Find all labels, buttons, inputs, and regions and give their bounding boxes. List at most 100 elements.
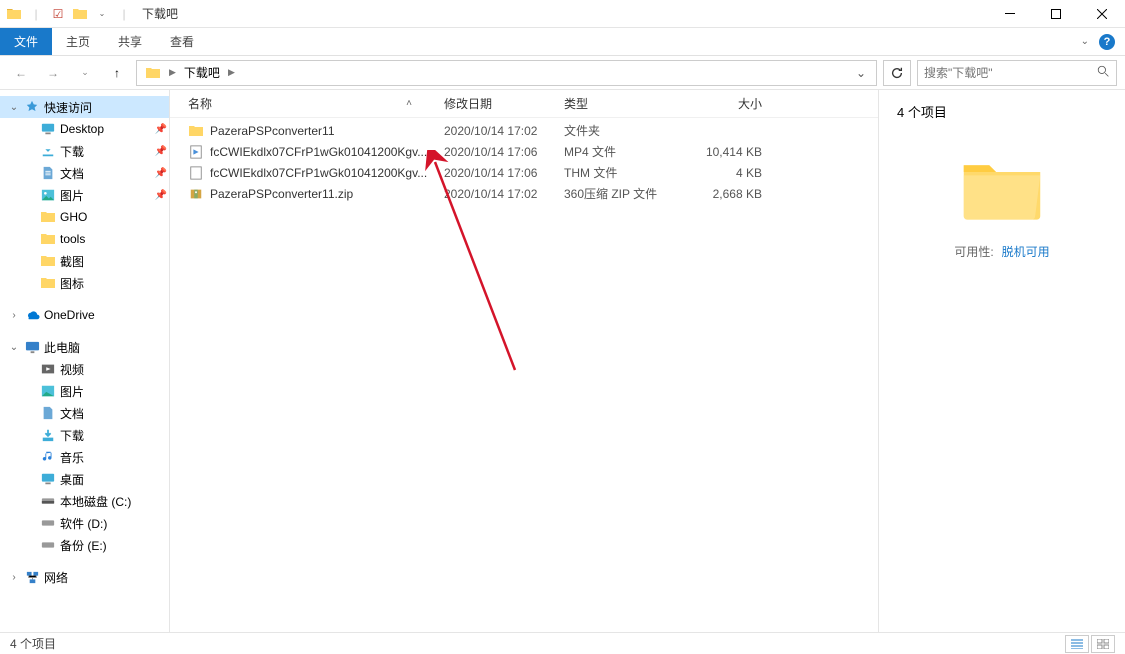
checkbox-icon[interactable]: ☑: [50, 6, 66, 22]
network-icon: [24, 569, 40, 585]
collapse-icon[interactable]: ⌄: [8, 342, 20, 353]
download-icon: [40, 427, 56, 443]
nav-item-downloads2[interactable]: 下载: [0, 424, 169, 446]
details-pane: 4 个项目 可用性: 脱机可用: [878, 90, 1125, 632]
breadcrumb[interactable]: ▶ 下载吧 ▶ ⌄: [136, 60, 877, 86]
close-button[interactable]: [1079, 0, 1125, 28]
breadcrumb-root-icon[interactable]: [141, 61, 165, 85]
file-pane: 名称˄ 修改日期 类型 大小 PazeraPSPconverter11 2020…: [170, 90, 878, 632]
nav-item-documents2[interactable]: 文档: [0, 402, 169, 424]
maximize-button[interactable]: [1033, 0, 1079, 28]
nav-quick-access[interactable]: ⌄ 快速访问: [0, 96, 169, 118]
nav-item-gho[interactable]: GHO: [0, 206, 169, 228]
divider: |: [28, 6, 44, 22]
nav-item-desktop[interactable]: Desktop📌: [0, 118, 169, 140]
music-icon: [40, 449, 56, 465]
video-icon: [40, 361, 56, 377]
breadcrumb-dropdown-icon[interactable]: ⌄: [850, 66, 872, 80]
file-row[interactable]: PazeraPSPconverter11 2020/10/14 17:02 文件…: [170, 120, 878, 141]
view-details-button[interactable]: [1065, 635, 1089, 653]
nav-item-drive-d[interactable]: 软件 (D:): [0, 512, 169, 534]
drive-icon: [40, 537, 56, 553]
col-date[interactable]: 修改日期: [438, 95, 558, 112]
nav-onedrive[interactable]: ›OneDrive: [0, 304, 169, 326]
file-row[interactable]: PazeraPSPconverter11.zip 2020/10/14 17:0…: [170, 183, 878, 204]
nav-item-pictures2[interactable]: 图片: [0, 380, 169, 402]
folder-icon: [188, 123, 204, 139]
drive-icon: [40, 515, 56, 531]
folder-icon: [40, 253, 56, 269]
search-icon[interactable]: [1097, 65, 1110, 81]
dropdown-icon[interactable]: ⌄: [94, 6, 110, 22]
column-headers: 名称˄ 修改日期 类型 大小: [170, 90, 878, 118]
window-title: 下载吧: [132, 5, 178, 22]
window-controls: [987, 0, 1125, 28]
collapse-icon[interactable]: ⌄: [8, 102, 20, 113]
expand-ribbon-icon[interactable]: ⌄: [1081, 36, 1089, 47]
file-icon: [188, 165, 204, 181]
search-box[interactable]: [917, 60, 1117, 86]
chevron-right-icon[interactable]: ▶: [167, 67, 178, 78]
recent-dropdown[interactable]: ⌄: [72, 60, 98, 86]
col-size[interactable]: 大小: [678, 95, 768, 112]
nav-item-videos[interactable]: 视频: [0, 358, 169, 380]
nav-pane: ⌄ 快速访问 Desktop📌 下载📌 文档📌 图片📌 GHO tools 截图…: [0, 90, 170, 632]
nav-network[interactable]: ›网络: [0, 566, 169, 588]
nav-item-drive-e[interactable]: 备份 (E:): [0, 534, 169, 556]
folder-icon: [6, 6, 22, 22]
nav-item-documents[interactable]: 文档📌: [0, 162, 169, 184]
details-title: 4 个项目: [897, 102, 1107, 121]
pin-icon: 📌: [153, 168, 169, 179]
tab-file[interactable]: 文件: [0, 28, 52, 55]
monitor-icon: [24, 339, 40, 355]
minimize-button[interactable]: [987, 0, 1033, 28]
zip-icon: [188, 186, 204, 202]
col-name[interactable]: 名称˄: [182, 95, 438, 112]
video-file-icon: [188, 144, 204, 160]
back-button[interactable]: ←: [8, 60, 34, 86]
pin-icon: 📌: [153, 124, 169, 135]
onedrive-icon: [24, 307, 40, 323]
nav-item-icons[interactable]: 图标: [0, 272, 169, 294]
forward-button[interactable]: →: [40, 60, 66, 86]
availability-row: 可用性: 脱机可用: [954, 243, 1049, 260]
pin-icon: 📌: [153, 146, 169, 157]
nav-item-pictures[interactable]: 图片📌: [0, 184, 169, 206]
folder-icon: [40, 275, 56, 291]
folder-icon[interactable]: [72, 6, 88, 22]
nav-item-downloads[interactable]: 下载📌: [0, 140, 169, 162]
folder-icon: [40, 209, 56, 225]
chevron-right-icon[interactable]: ▶: [226, 67, 237, 78]
up-button[interactable]: ↑: [104, 60, 130, 86]
breadcrumb-segment[interactable]: 下载吧: [180, 61, 224, 85]
tab-home[interactable]: 主页: [52, 28, 104, 55]
nav-item-music[interactable]: 音乐: [0, 446, 169, 468]
availability-value: 脱机可用: [1002, 243, 1050, 260]
titlebar: | ☑ ⌄ | 下载吧: [0, 0, 1125, 28]
folder-icon: [40, 231, 56, 247]
expand-icon[interactable]: ›: [8, 310, 20, 321]
body: ⌄ 快速访问 Desktop📌 下载📌 文档📌 图片📌 GHO tools 截图…: [0, 90, 1125, 632]
nav-item-screenshot[interactable]: 截图: [0, 250, 169, 272]
nav-item-drive-c[interactable]: 本地磁盘 (C:): [0, 490, 169, 512]
col-type[interactable]: 类型: [558, 95, 678, 112]
help-icon[interactable]: ?: [1099, 34, 1115, 50]
status-bar: 4 个项目: [0, 632, 1125, 654]
expand-icon[interactable]: ›: [8, 572, 20, 583]
drive-icon: [40, 493, 56, 509]
nav-item-desktop2[interactable]: 桌面: [0, 468, 169, 490]
search-input[interactable]: [924, 66, 1097, 80]
nav-item-tools[interactable]: tools: [0, 228, 169, 250]
refresh-button[interactable]: [883, 60, 911, 86]
document-icon: [40, 405, 56, 421]
ribbon-tabs: 文件 主页 共享 查看 ⌄ ?: [0, 28, 1125, 56]
tab-share[interactable]: 共享: [104, 28, 156, 55]
sort-asc-icon: ˄: [406, 98, 412, 109]
file-row[interactable]: fcCWIEkdlx07CFrP1wGk01041200Kgv... 2020/…: [170, 162, 878, 183]
quick-access-toolbar: | ☑ ⌄ |: [0, 6, 132, 22]
file-row[interactable]: fcCWIEkdlx07CFrP1wGk01041200Kgv... 2020/…: [170, 141, 878, 162]
view-large-button[interactable]: [1091, 635, 1115, 653]
nav-thispc[interactable]: ⌄此电脑: [0, 336, 169, 358]
tab-view[interactable]: 查看: [156, 28, 208, 55]
desktop-icon: [40, 121, 56, 137]
